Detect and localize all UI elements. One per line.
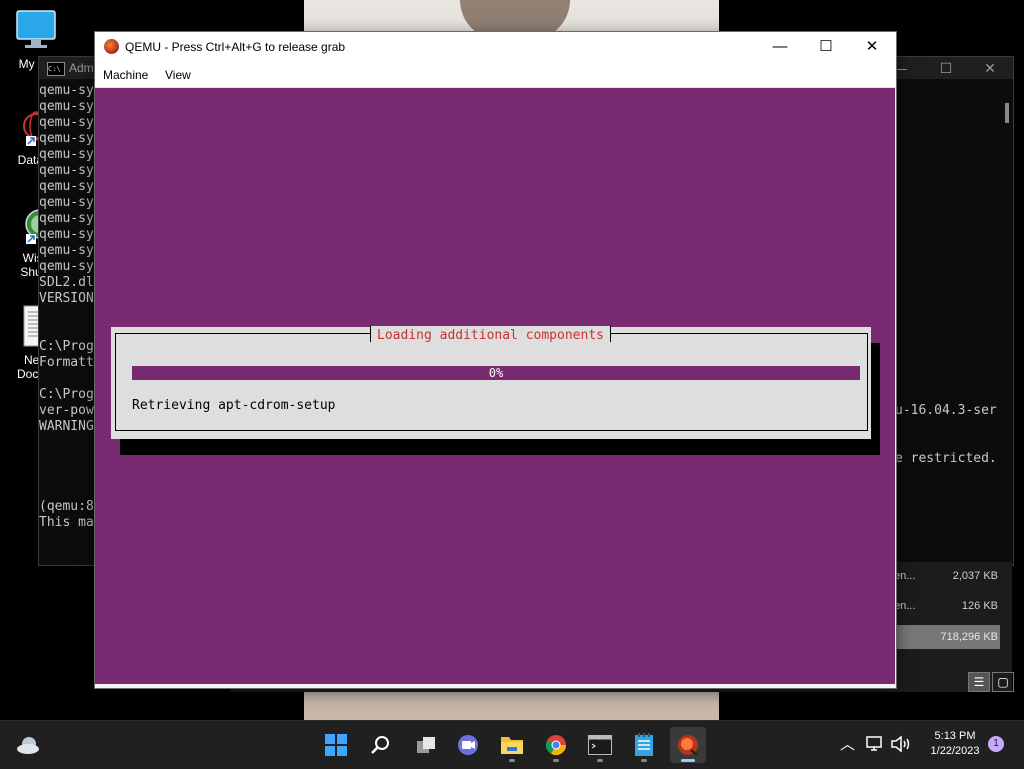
cmd-line: qemu-sy — [39, 163, 94, 178]
cmd-line: qemu-sy — [39, 83, 94, 98]
tiles-view-icon[interactable]: ▢ — [992, 672, 1014, 692]
weather-icon[interactable] — [16, 734, 42, 756]
cmd-line — [39, 323, 94, 339]
close-icon[interactable]: ✕ — [967, 57, 1013, 79]
cmd-line — [39, 467, 94, 483]
active-indicator — [681, 759, 695, 762]
cmd-line: C:\Prog — [39, 339, 94, 354]
cmd-line — [39, 451, 94, 467]
cmd-line — [39, 483, 94, 499]
cmd-line: SDL2.dl — [39, 275, 94, 290]
cmd-line: qemu-sy — [39, 259, 94, 274]
search-icon — [371, 736, 389, 754]
cmd-line: Formatt — [39, 355, 94, 370]
cmd-line — [39, 307, 94, 323]
cmd-line: qemu-sy — [39, 115, 94, 130]
minimize-icon[interactable]: — — [757, 32, 803, 61]
installer-dialog: Loading additional components 0% Retriev… — [111, 326, 871, 439]
cmd-line: qemu-sy — [39, 131, 94, 146]
cmd-line: (qemu:8 — [39, 499, 94, 514]
file-row[interactable]: en... 2,037 KB — [894, 564, 1000, 588]
cmd-line: qemu-sy — [39, 211, 94, 226]
network-icon[interactable] — [866, 735, 886, 753]
cmd-line: qemu-sy — [39, 179, 94, 194]
close-icon[interactable]: ✕ — [849, 32, 895, 61]
terminal-button[interactable] — [582, 727, 618, 763]
cmd-line: VERSION — [39, 291, 94, 306]
cmd-line: WARNING — [39, 419, 94, 434]
clock[interactable]: 5:13 PM 1/22/2023 — [920, 729, 990, 759]
task-view-icon — [417, 737, 435, 753]
cmd-line — [39, 371, 94, 387]
file-row[interactable]: en... 126 KB — [894, 594, 1000, 618]
cmd-line: This ma — [39, 515, 94, 530]
qemu-taskbar-button[interactable] — [670, 727, 706, 763]
file-explorer-button[interactable] — [494, 727, 530, 763]
cmd-line: qemu-sy — [39, 195, 94, 210]
start-button[interactable] — [318, 727, 354, 763]
file-explorer-icon — [501, 737, 523, 754]
wallpaper-detail — [304, 690, 719, 720]
notepad-icon — [635, 733, 653, 756]
start-icon — [325, 734, 347, 756]
details-view-icon[interactable]: ☰ — [968, 672, 990, 692]
cmd-line: qemu-sy — [39, 227, 94, 242]
cmd-icon: C:\ — [47, 62, 65, 76]
notepad-button[interactable] — [626, 727, 662, 763]
dialog-frame: Loading additional components 0% Retriev… — [115, 326, 868, 431]
clock-time: 5:13 PM — [934, 730, 976, 742]
chrome-icon — [545, 735, 567, 756]
running-indicator — [597, 759, 603, 762]
menu-bar: Machine View — [95, 61, 896, 88]
window-title: QEMU - Press Ctrl+Alt+G to release grab — [125, 40, 346, 54]
cmd-line: qemu-sy — [39, 243, 94, 258]
cmd-line: qemu-sy — [39, 147, 94, 162]
running-indicator — [509, 759, 515, 762]
chat-icon — [458, 735, 478, 755]
terminal-icon — [588, 735, 612, 755]
dialog-title: Loading additional components — [377, 328, 604, 343]
notification-badge[interactable]: 1 — [988, 736, 1004, 752]
search-button[interactable] — [362, 727, 398, 763]
cmd-line: qemu-sy — [39, 99, 94, 114]
progress-bar: 0% — [132, 366, 860, 380]
cmd-output-fragment: e restricted. — [895, 451, 997, 466]
dialog-title-box: Loading additional components — [370, 326, 611, 343]
chat-button[interactable] — [450, 727, 486, 763]
cmd-line: ver-pow — [39, 403, 94, 418]
guest-display[interactable]: Loading additional components 0% Retriev… — [95, 88, 895, 740]
qemu-icon — [678, 735, 698, 756]
cmd-title: Adm — [69, 61, 94, 75]
qemu-icon — [104, 39, 119, 54]
menu-machine[interactable]: Machine — [103, 68, 148, 82]
cmd-output: qemu-sy qemu-sy qemu-sy qemu-sy qemu-sy qemu-… — [39, 83, 94, 531]
progress-label: 0% — [488, 366, 504, 380]
show-hidden-icons-chevron-up-icon[interactable]: ︿ — [840, 733, 855, 754]
scrollbar-thumb[interactable] — [1005, 103, 1009, 123]
running-indicator — [553, 759, 559, 762]
clock-date: 1/22/2023 — [930, 745, 980, 757]
volume-icon[interactable] — [890, 735, 912, 753]
maximize-icon[interactable]: ☐ — [803, 32, 849, 61]
running-indicator — [641, 759, 647, 762]
file-row-selected[interactable]: 718,296 KB — [894, 625, 1000, 649]
status-text: Retrieving apt-cdrom-setup — [132, 398, 336, 413]
maximize-icon[interactable]: ☐ — [923, 57, 969, 79]
task-view-button[interactable] — [408, 727, 444, 763]
computer-icon — [16, 10, 56, 48]
taskbar: ︿ 5:13 PM 1/22/2023 1 — [0, 720, 1024, 769]
cmd-output-fragment: u-16.04.3-ser — [895, 403, 997, 418]
qemu-titlebar[interactable]: QEMU - Press Ctrl+Alt+G to release grab … — [95, 32, 896, 61]
chrome-button[interactable] — [538, 727, 574, 763]
qemu-window[interactable]: QEMU - Press Ctrl+Alt+G to release grab … — [94, 31, 897, 740]
cmd-line — [39, 435, 94, 451]
menu-view[interactable]: View — [165, 68, 191, 82]
cmd-line: C:\Prog — [39, 387, 94, 402]
